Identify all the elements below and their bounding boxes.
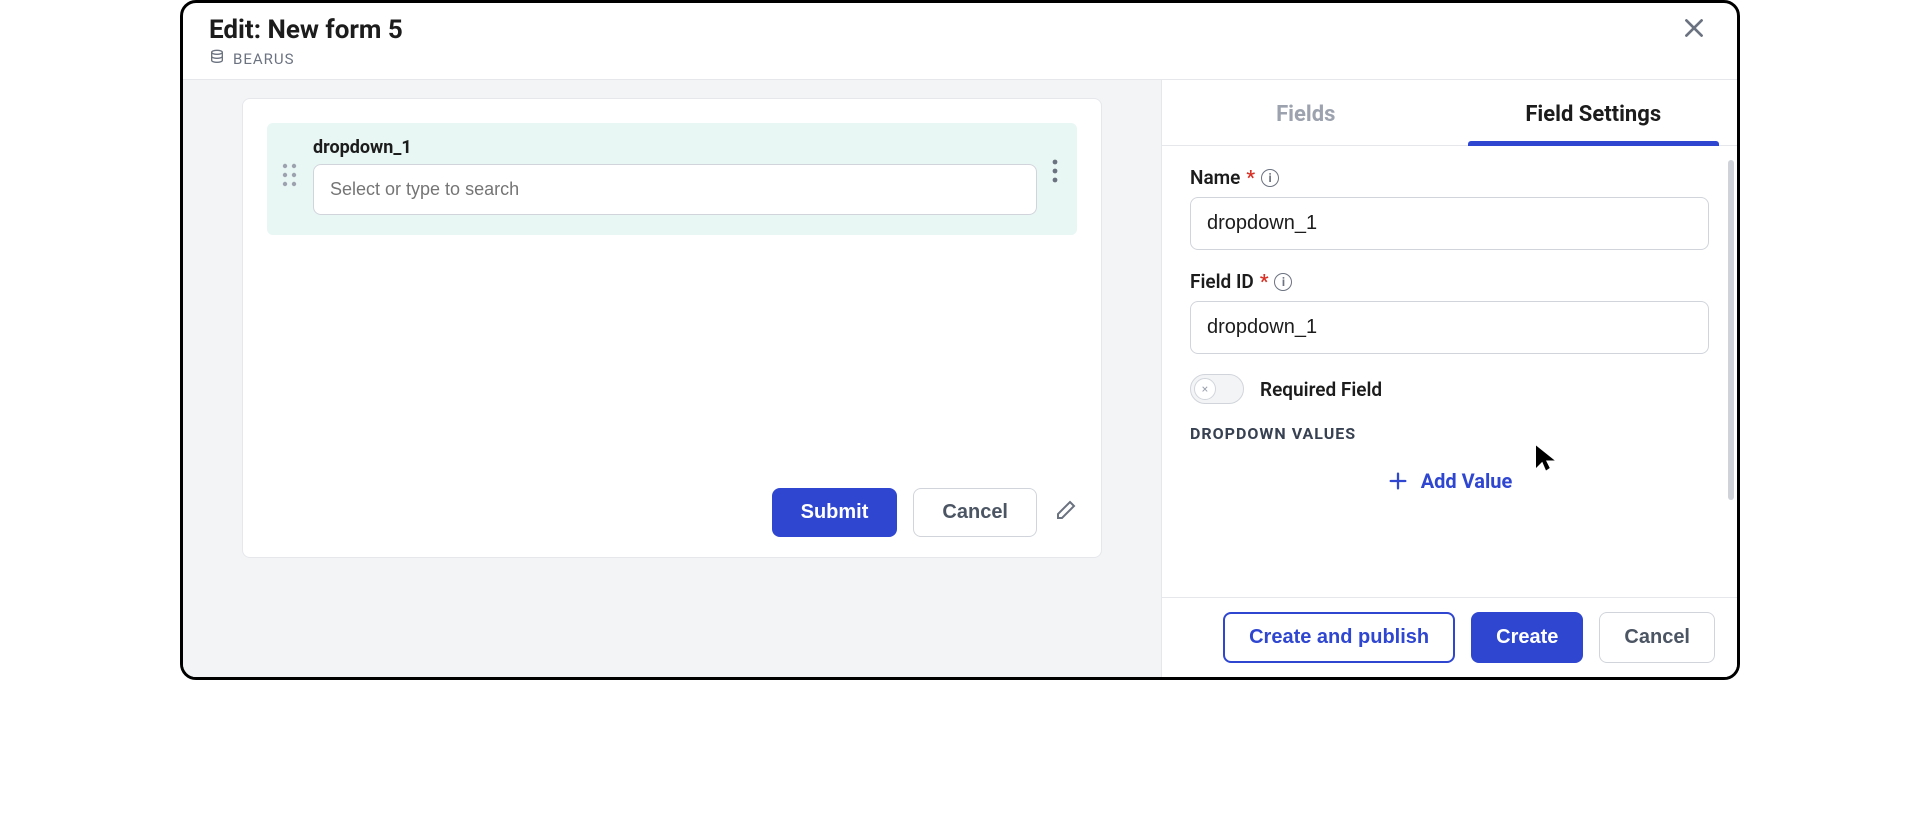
cancel-preview-button[interactable]: Cancel (913, 488, 1037, 537)
form-preview-card: dropdown_1 Submit Cancel (242, 98, 1102, 558)
name-label: Name (1190, 166, 1240, 189)
form-field-block[interactable]: dropdown_1 (267, 123, 1077, 235)
dialog-footer: Create and publish Create Cancel (1162, 597, 1737, 677)
name-input[interactable] (1190, 197, 1709, 250)
field-id-input[interactable] (1190, 301, 1709, 354)
database-name: BEARUS (233, 50, 295, 68)
required-asterisk: * (1260, 270, 1269, 293)
required-toggle-label: Required Field (1260, 378, 1382, 401)
required-toggle[interactable]: × (1190, 374, 1244, 404)
info-icon[interactable]: i (1274, 273, 1292, 291)
cancel-button[interactable]: Cancel (1599, 612, 1715, 663)
field-more-menu[interactable] (1051, 137, 1059, 185)
database-icon (209, 49, 225, 69)
dropdown-preview-input[interactable] (313, 164, 1037, 215)
info-icon[interactable]: i (1261, 169, 1279, 187)
tab-fields[interactable]: Fields (1162, 80, 1450, 145)
tab-field-settings[interactable]: Field Settings (1450, 80, 1738, 145)
database-indicator: BEARUS (209, 49, 403, 69)
field-id-label: Field ID (1190, 270, 1254, 293)
edit-pencil-icon[interactable] (1053, 499, 1077, 527)
side-panel: Fields Field Settings Name * i Field ID … (1162, 80, 1737, 677)
dropdown-values-heading: DROPDOWN VALUES (1190, 424, 1709, 443)
toggle-knob-icon: × (1194, 378, 1216, 400)
name-label-row: Name * i (1190, 166, 1709, 189)
add-value-label: Add Value (1421, 469, 1513, 493)
plus-icon (1387, 470, 1409, 492)
form-canvas: dropdown_1 Submit Cancel (183, 80, 1162, 677)
field-id-label-row: Field ID * i (1190, 270, 1709, 293)
create-and-publish-button[interactable]: Create and publish (1223, 612, 1455, 663)
page-title: Edit: New form 5 (209, 15, 403, 45)
create-button[interactable]: Create (1471, 612, 1583, 663)
drag-handle-icon[interactable] (281, 137, 299, 189)
required-asterisk: * (1246, 166, 1255, 189)
submit-button[interactable]: Submit (772, 488, 898, 537)
dialog-header: Edit: New form 5 BEARUS (183, 3, 1737, 80)
field-label: dropdown_1 (313, 137, 1037, 158)
add-value-button[interactable]: Add Value (1190, 463, 1709, 499)
scrollbar[interactable] (1728, 160, 1734, 500)
close-button[interactable] (1677, 15, 1711, 47)
